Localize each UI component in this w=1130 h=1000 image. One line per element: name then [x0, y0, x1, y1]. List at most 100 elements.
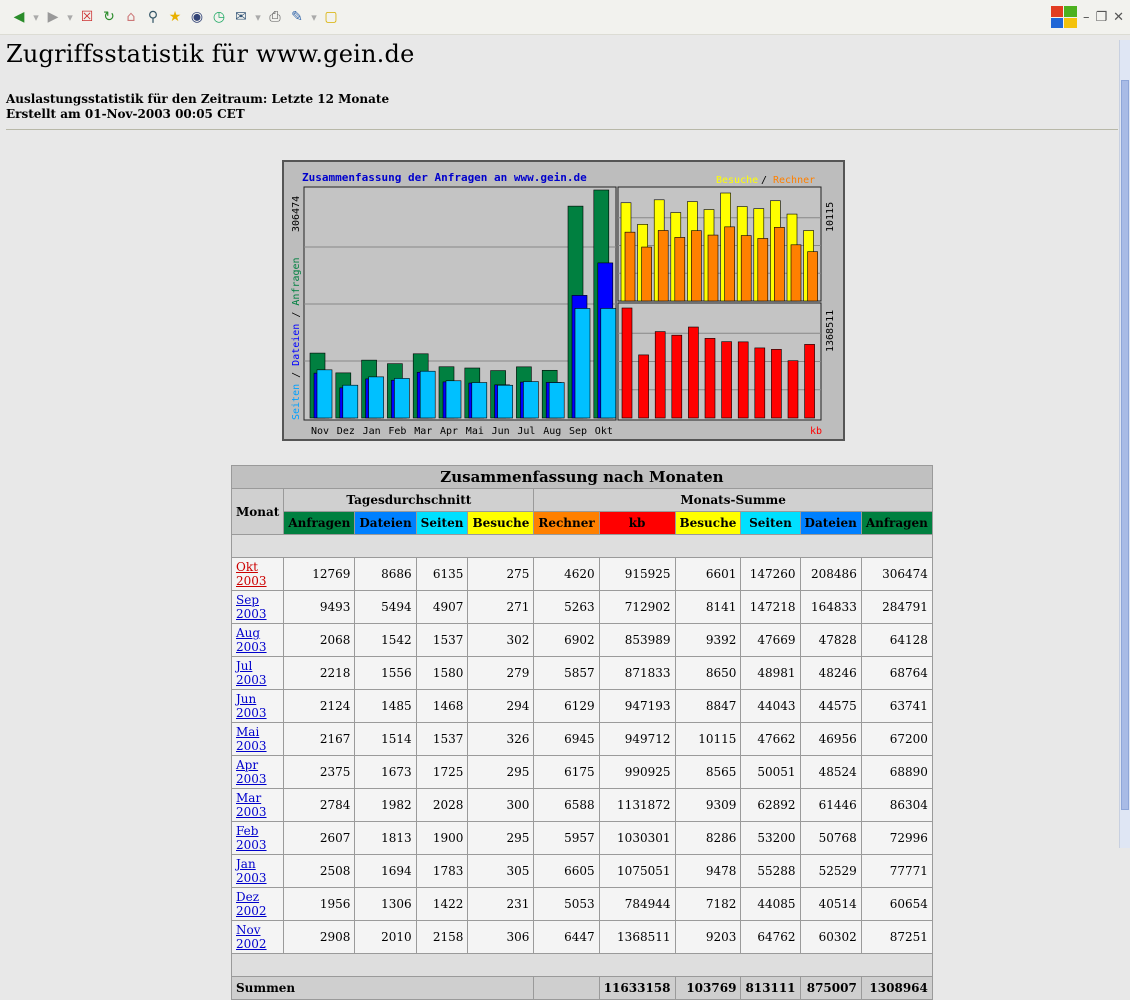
media-icon[interactable]: ◉	[188, 8, 206, 26]
value-cell: 5957	[533, 821, 600, 855]
home-icon[interactable]: ⌂	[122, 8, 140, 26]
page-content: Zugriffsstatistik für www.gein.de Auslas…	[0, 34, 1120, 130]
bar-kb	[771, 349, 782, 419]
month-link[interactable]: Jan 2003	[236, 857, 267, 885]
value-cell: 60302	[799, 920, 862, 954]
value-cell: 63741	[860, 689, 933, 723]
table-row: Apr 2003 2375 1673 1725 295 6175 990925 8565 500…	[230, 755, 933, 789]
edit-icon[interactable]: ✎	[288, 8, 306, 26]
forward-dropdown-icon[interactable]: ▾	[66, 8, 74, 26]
x-tick-label: Feb	[388, 426, 406, 437]
month-link[interactable]: Jun 2003	[236, 692, 267, 720]
value-cell: 6902	[533, 623, 600, 657]
value-cell: 915925	[598, 557, 676, 591]
month-link[interactable]: Aug 2003	[236, 626, 267, 654]
value-cell: 64762	[740, 920, 801, 954]
value-cell: 60654	[860, 887, 933, 921]
favorites-icon[interactable]: ★	[166, 8, 184, 26]
month-link[interactable]: Jul 2003	[236, 659, 267, 687]
bar-kb	[654, 331, 666, 419]
value-cell: 9493	[283, 590, 356, 624]
restore-icon[interactable]: ❐	[1095, 10, 1107, 25]
header-spacer	[231, 534, 933, 558]
table-row: Jun 2003 2124 1485 1468 294 6129 947193 8847 440…	[230, 689, 933, 723]
monthly-summary-table: Zusammenfassung nach Monaten Monat Tages…	[230, 465, 933, 1000]
x-tick-label: Sep	[569, 426, 587, 437]
back-icon[interactable]: ◀	[10, 8, 28, 26]
value-cell: 6129	[533, 689, 600, 723]
search-icon[interactable]: ⚲	[144, 8, 162, 26]
left-axis-sep1: /	[291, 366, 302, 384]
x-tick-label: Aug	[543, 426, 561, 437]
value-cell: 1514	[354, 722, 417, 756]
legend-rechner: Rechner	[773, 175, 815, 186]
total-value: 11633158	[598, 976, 676, 1000]
month-link[interactable]: Apr 2003	[236, 758, 267, 786]
print-icon[interactable]: ⎙	[266, 8, 284, 26]
value-cell: 5494	[354, 590, 417, 624]
month-link[interactable]: Dez 2002	[236, 890, 267, 918]
bar-seiten	[394, 378, 410, 419]
month-link[interactable]: Mar 2003	[236, 791, 267, 819]
bar-kb	[688, 326, 699, 419]
table-body: Okt 2003 12769 8686 6135 275 4620 915925 6601 14…	[230, 557, 933, 954]
scrollbar-thumb[interactable]	[1121, 80, 1129, 810]
month-link[interactable]: Sep 2003	[236, 593, 267, 621]
value-cell: 50051	[740, 755, 801, 789]
stop-icon[interactable]: ☒	[78, 8, 96, 26]
mail-icon[interactable]: ✉	[232, 8, 250, 26]
left-axis-max: 306474	[291, 196, 302, 232]
discuss-icon[interactable]: ▢	[322, 8, 340, 26]
value-cell: 68764	[860, 656, 933, 690]
bar-seiten	[548, 382, 565, 419]
value-cell: 40514	[799, 887, 862, 921]
value-cell: 1075051	[598, 854, 676, 888]
value-cell: 50768	[799, 821, 862, 855]
table-row: Mai 2003 2167 1514 1537 326 6945 949712 10115 47…	[230, 722, 933, 756]
bar-seiten	[368, 376, 384, 419]
forward-icon[interactable]: ▶	[44, 8, 62, 26]
close-icon[interactable]: ✕	[1113, 10, 1124, 25]
divider	[6, 129, 1118, 130]
bar-rechner	[790, 244, 802, 302]
x-tick-label: Mai	[466, 426, 484, 437]
bar-kb	[787, 360, 799, 419]
right-bottom-axis-max: 1368511	[825, 310, 836, 352]
total-value: 103769	[674, 976, 742, 1000]
value-cell: 62892	[740, 788, 801, 822]
value-cell: 9478	[674, 854, 742, 888]
kb-label: kb	[810, 426, 822, 437]
table-row: Sep 2003 9493 5494 4907 271 5263 712902 8141 147…	[230, 590, 933, 624]
month-link[interactable]: Mai 2003	[236, 725, 267, 753]
left-axis-dateien: Dateien	[291, 324, 302, 366]
legend-besuche: Besuche	[716, 175, 758, 186]
value-cell: 306	[467, 920, 535, 954]
value-cell: 300	[467, 788, 535, 822]
edit-dropdown-icon[interactable]: ▾	[310, 8, 318, 26]
value-cell: 949712	[598, 722, 676, 756]
value-cell: 8565	[674, 755, 742, 789]
value-cell: 86304	[860, 788, 933, 822]
history-icon[interactable]: ◷	[210, 8, 228, 26]
left-axis-label: Seiten / Dateien / Anfragen	[291, 257, 302, 420]
month-link[interactable]: Nov 2002	[236, 923, 267, 951]
month-cell: Feb 2003	[230, 821, 285, 855]
value-cell: 1468	[415, 689, 469, 723]
x-tick-label: Nov	[311, 426, 329, 437]
col-header-besuche-daily: Besuche	[467, 511, 535, 535]
value-cell: 12769	[283, 557, 356, 591]
back-dropdown-icon[interactable]: ▾	[32, 8, 40, 26]
minimize-icon[interactable]: –	[1083, 10, 1090, 25]
vertical-scrollbar[interactable]	[1119, 40, 1130, 848]
value-cell: 68890	[860, 755, 933, 789]
value-cell: 55288	[740, 854, 801, 888]
bar-rechner	[774, 227, 785, 302]
value-cell: 2375	[283, 755, 356, 789]
mail-dropdown-icon[interactable]: ▾	[254, 8, 262, 26]
month-link[interactable]: Okt 2003	[236, 560, 267, 588]
value-cell: 61446	[799, 788, 862, 822]
x-tick-label: Dez	[337, 426, 355, 437]
bar-kb	[754, 347, 766, 419]
refresh-icon[interactable]: ↻	[100, 8, 118, 26]
bar-kb	[721, 341, 732, 419]
